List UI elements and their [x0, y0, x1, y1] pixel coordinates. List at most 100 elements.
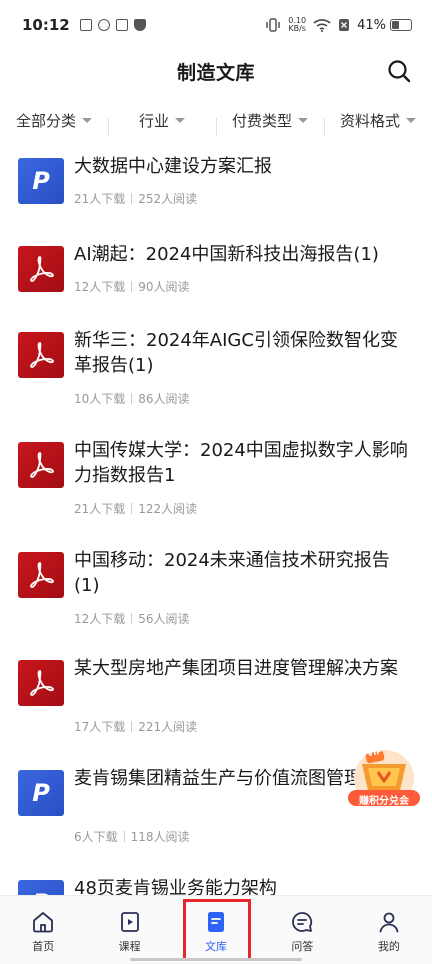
- home-indicator[interactable]: [130, 958, 302, 961]
- caret-down-icon: [82, 117, 92, 123]
- shield-icon: [133, 19, 146, 31]
- doc-meta: 12人下载 56人阅读: [74, 610, 190, 627]
- list-item[interactable]: 新华三：2024年AIGC引领保险数智化变革报告(1) 10人下载 86人阅读: [0, 330, 432, 416]
- list-item[interactable]: AI潮起：2024中国新科技出海报告(1) 12人下载 90人阅读: [0, 242, 432, 312]
- doc-title: 大数据中心建设方案汇报: [74, 156, 272, 177]
- filter-format[interactable]: 资料格式: [324, 110, 432, 136]
- word-doc-icon: P: [18, 158, 64, 204]
- doc-reads: 118人阅读: [130, 830, 190, 844]
- acrobat-logo-icon: [30, 256, 54, 282]
- acrobat-logo-icon: [30, 452, 54, 478]
- caret-down-icon: [298, 117, 308, 123]
- filter-payment-type[interactable]: 付费类型: [216, 110, 324, 136]
- pdf-icon: [18, 332, 64, 378]
- doc-reads: 56人阅读: [138, 612, 190, 626]
- meta-divider: [123, 831, 125, 842]
- profile-icon: [379, 912, 399, 933]
- word-doc-icon: P: [18, 880, 64, 895]
- doc-meta: 17人下载 221人阅读: [74, 718, 197, 735]
- nav-qa[interactable]: 问答: [259, 896, 345, 964]
- message-icon: [115, 19, 128, 31]
- doc-meta: 21人下载 122人阅读: [74, 500, 197, 517]
- search-button[interactable]: [386, 58, 412, 84]
- doc-title: AI潮起：2024中国新科技出海报告(1): [74, 244, 379, 265]
- pdf-icon: [18, 246, 64, 292]
- acrobat-logo-icon: [30, 342, 54, 368]
- vibrate-icon: [266, 18, 281, 32]
- word-doc-icon: P: [18, 770, 64, 816]
- filter-label: 资料格式: [339, 111, 400, 130]
- list-item[interactable]: 中国移动：2024未来通信技术研究报告(1) 12人下载 56人阅读: [0, 550, 432, 636]
- status-left: 10:12: [22, 16, 146, 34]
- doc-title: 中国移动：2024未来通信技术研究报告(1): [74, 550, 390, 596]
- list-item[interactable]: 某大型房地产集团项目进度管理解决方案 17人下载 221人阅读: [0, 658, 432, 744]
- doc-title: 某大型房地产集团项目进度管理解决方案: [74, 658, 398, 679]
- qa-icon: [292, 912, 313, 932]
- doc-downloads: 6人下载: [74, 830, 118, 844]
- list-item[interactable]: P 大数据中心建设方案汇报 21人下载 252人阅读: [0, 154, 432, 224]
- pdf-icon: [18, 442, 64, 488]
- meta-divider: [131, 721, 133, 732]
- list-item[interactable]: P 48页麦肯锡业务能力架构: [0, 878, 432, 895]
- acrobat-logo-icon: [30, 562, 54, 588]
- no-sim-icon: [339, 19, 350, 31]
- app-header: 制造文库: [0, 50, 432, 92]
- nav-label: 课程: [118, 940, 141, 953]
- doc-downloads: 12人下载: [74, 280, 126, 294]
- nav-label: 我的: [377, 940, 400, 953]
- filter-label: 行业: [138, 111, 169, 130]
- status-time: 10:12: [22, 16, 70, 34]
- doc-meta: 10人下载 86人阅读: [74, 390, 190, 407]
- list-item[interactable]: 中国传媒大学：2024中国虚拟数字人影响力指数报告1 21人下载 122人阅读: [0, 440, 432, 526]
- nav-profile[interactable]: 我的: [346, 896, 432, 964]
- doc-reads: 86人阅读: [138, 392, 190, 406]
- doc-meta: 21人下载 252人阅读: [74, 190, 197, 207]
- pdf-icon: [18, 660, 64, 706]
- battery-percent: 41%: [357, 17, 386, 33]
- doc-title: 新华三：2024年AIGC引领保险数智化变革报告(1): [74, 330, 398, 376]
- filter-industry[interactable]: 行业: [108, 110, 216, 136]
- doc-reads: 221人阅读: [138, 720, 198, 734]
- nav-label: 首页: [32, 940, 55, 953]
- doc-downloads: 10人下载: [74, 392, 126, 406]
- doc-title: 48页麦肯锡业务能力架构: [74, 878, 277, 895]
- filter-label: 付费类型: [231, 111, 292, 130]
- meta-divider: [131, 503, 133, 514]
- course-icon: [120, 912, 139, 932]
- highlight-frame: [183, 899, 251, 961]
- home-icon: [33, 912, 54, 933]
- filter-all-categories[interactable]: 全部分类: [0, 110, 108, 131]
- doc-meta: 12人下载 90人阅读: [74, 278, 190, 295]
- meta-divider: [131, 613, 133, 624]
- vip-badge-text: 赚积分兑会: [359, 796, 409, 807]
- pdf-icon: [18, 552, 64, 598]
- caret-down-icon: [406, 117, 416, 123]
- battery-icon: [390, 19, 412, 31]
- filter-label: 全部分类: [15, 111, 76, 130]
- doc-downloads: 12人下载: [74, 612, 126, 626]
- doc-reads: 122人阅读: [138, 502, 198, 516]
- doc-downloads: 21人下载: [74, 192, 126, 206]
- page-title: 制造文库: [176, 61, 255, 84]
- meta-divider: [131, 193, 133, 204]
- status-right: 0.10 KB/s 41%: [265, 17, 412, 33]
- nav-course[interactable]: 课程: [86, 896, 172, 964]
- net-speed: 0.10 KB/s: [288, 17, 306, 33]
- search-icon: [388, 60, 411, 83]
- acrobat-logo-icon: [30, 670, 54, 696]
- app-notification-icon: [97, 19, 110, 31]
- doc-downloads: 21人下载: [74, 502, 126, 516]
- nav-label: 问答: [291, 940, 314, 953]
- nav-home[interactable]: 首页: [0, 896, 86, 964]
- battery-fill: [392, 21, 399, 29]
- doc-title: 中国传媒大学：2024中国虚拟数字人影响力指数报告1: [74, 440, 408, 486]
- status-bar: 10:12 0.10 KB/s 41%: [0, 0, 432, 50]
- filter-bar: 全部分类 行业 付费类型 资料格式: [0, 100, 432, 140]
- vip-points-badge[interactable]: VIP 赚积分兑会: [344, 738, 424, 812]
- doc-meta: 6人下载 118人阅读: [74, 828, 190, 845]
- notification-icon: [79, 19, 92, 31]
- caret-down-icon: [175, 117, 185, 123]
- doc-reads: 252人阅读: [138, 192, 198, 206]
- wifi-icon: [313, 19, 331, 32]
- net-speed-unit: KB/s: [288, 24, 306, 33]
